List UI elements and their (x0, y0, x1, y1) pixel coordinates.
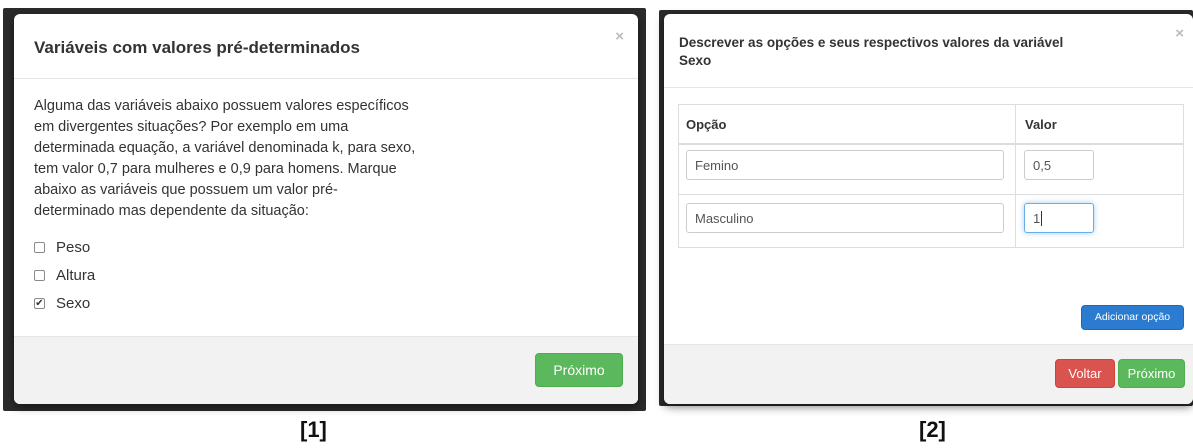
close-icon[interactable]: × (615, 29, 624, 44)
checkbox-altura[interactable]: Altura (34, 267, 95, 284)
modal-header: Descrever as opções e seus respectivos v… (664, 14, 1193, 88)
body-line: Alguma das variáveis abaixo possuem valo… (34, 98, 409, 114)
value-input-text: 1 (1033, 210, 1041, 226)
body-line: abaixo as variáveis que possuem um valor… (34, 182, 338, 198)
column-header-value: Valor (1025, 117, 1057, 132)
body-line: tem valor 0,7 para mulheres e 0,9 para h… (34, 161, 397, 177)
value-input[interactable]: 0,5 (1024, 150, 1094, 180)
modal-footer: Próximo (14, 336, 638, 404)
back-button[interactable]: Voltar (1055, 359, 1115, 388)
value-input[interactable]: 1 (1024, 203, 1094, 233)
options-table: Opção Valor Femino 0,5 Masculino 1 (678, 104, 1184, 248)
caption-1: [1] (300, 417, 327, 442)
checkbox-label: Sexo (56, 295, 91, 312)
modal-footer: Voltar Próximo (664, 344, 1193, 404)
add-option-button[interactable]: Adicionar opção (1081, 305, 1184, 330)
option-input[interactable]: Masculino (686, 203, 1004, 233)
modal-body-text: Alguma das variáveis abaixo possuem valo… (34, 96, 474, 222)
modal-title-line: Descrever as opções e seus respectivos v… (679, 35, 1064, 50)
modal-title: Variáveis com valores pré-determinados (34, 38, 360, 57)
close-icon[interactable]: × (1175, 26, 1184, 41)
checkbox-icon[interactable] (34, 242, 45, 253)
body-line: determinada equação, a variável denomina… (34, 140, 416, 156)
column-header-option: Opção (686, 117, 727, 132)
next-button[interactable]: Próximo (535, 353, 623, 387)
table-header-row (679, 105, 1183, 145)
table-column-divider (1015, 105, 1016, 247)
modal-title: Descrever as opções e seus respectivos v… (679, 34, 1063, 70)
checkbox-label: Altura (56, 267, 96, 284)
option-input[interactable]: Femino (686, 150, 1004, 180)
table-row-divider (679, 194, 1183, 195)
modal-2: Descrever as opções e seus respectivos v… (664, 14, 1193, 404)
checkbox-label: Peso (56, 239, 91, 256)
body-line: determinado mas dependente da situação: (34, 203, 309, 219)
checkbox-peso[interactable]: Peso (34, 239, 90, 256)
next-button[interactable]: Próximo (1118, 359, 1185, 388)
modal-1: Variáveis com valores pré-determinados ×… (14, 14, 638, 404)
checkmark-icon[interactable]: ✔ (34, 298, 45, 309)
caption-2: [2] (919, 417, 946, 442)
checkbox-icon[interactable] (34, 270, 45, 281)
modal-header: Variáveis com valores pré-determinados × (14, 14, 638, 79)
body-line: em divergentes situações? Por exemplo em… (34, 119, 349, 135)
checkbox-sexo[interactable]: ✔ Sexo (34, 295, 90, 312)
modal-title-line: Sexo (679, 53, 712, 68)
text-cursor (1041, 210, 1043, 226)
